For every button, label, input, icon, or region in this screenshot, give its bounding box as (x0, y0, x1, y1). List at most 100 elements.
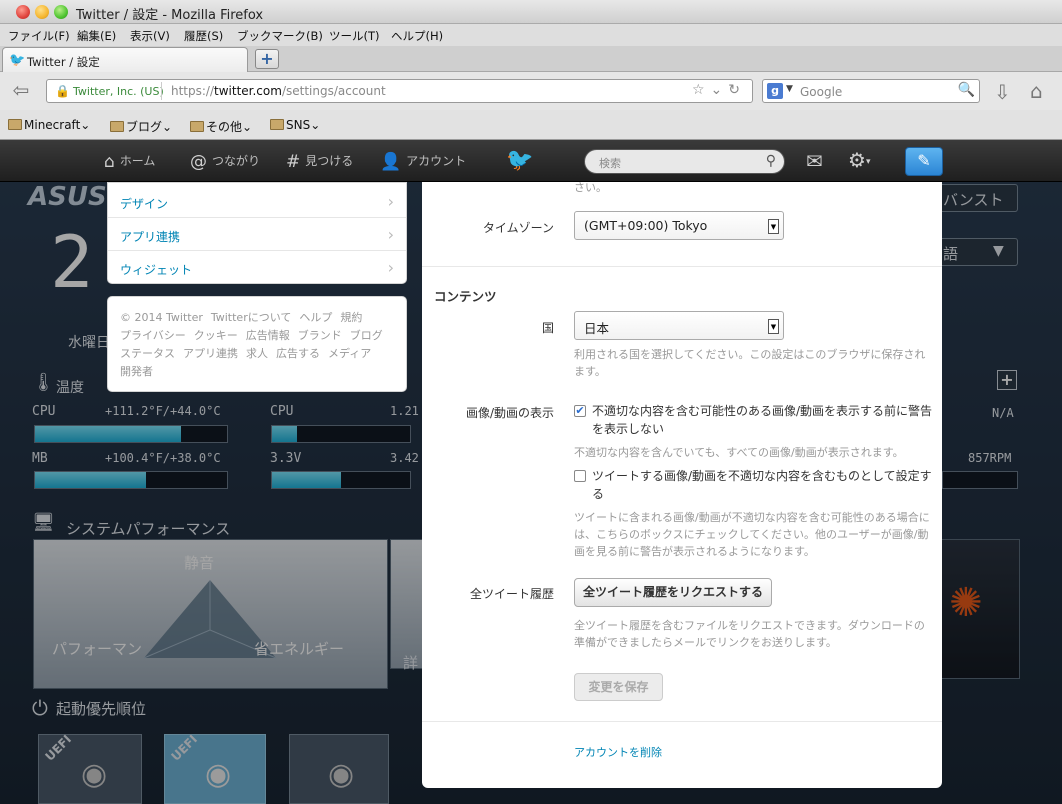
window-title: Twitter / 設定 - Mozilla Firefox (76, 8, 264, 23)
menu-edit[interactable]: 編集(E) (77, 28, 116, 44)
timezone-value: (GMT+09:00) Tokyo (584, 218, 708, 233)
maximize-window-button[interactable] (54, 5, 68, 19)
chevron-right-icon: › (387, 192, 394, 211)
google-icon[interactable]: g (767, 83, 783, 99)
url-path: /settings/account (281, 84, 386, 98)
footer-link-help[interactable]: ヘルプ (299, 311, 332, 324)
compose-tweet-button[interactable]: ✎ (905, 147, 943, 176)
request-archive-button[interactable]: 全ツイート履歴をリクエストする (574, 578, 772, 607)
twitter-logo-icon[interactable]: 🐦 (506, 148, 533, 173)
footer-link-advertise[interactable]: 広告する (276, 347, 320, 360)
lock-icon: 🔒 (55, 84, 70, 98)
footer-link-developers[interactable]: 開発者 (120, 365, 153, 378)
back-button[interactable]: ⇦ (6, 78, 36, 104)
url-bar[interactable]: 🔒 Twitter, Inc. (US) https://twitter.com… (46, 79, 753, 103)
menu-label: ウィジェット (120, 263, 193, 277)
settings-side-menu: デザイン › アプリ連携 › ウィジェット › (107, 182, 407, 284)
menu-bookmarks[interactable]: ブックマーク(B) (237, 28, 323, 44)
sensitive-media-checkbox[interactable] (574, 470, 586, 482)
bookmark-label: その他 (206, 120, 243, 134)
footer-link-blog[interactable]: ブログ (350, 329, 383, 342)
timezone-select[interactable]: (GMT+09:00) Tokyo ▼ (574, 211, 784, 240)
country-select[interactable]: 日本 ▼ (574, 311, 784, 340)
bookmark-label: SNS (286, 118, 311, 132)
menu-label: アプリ連携 (120, 230, 181, 244)
folder-icon (110, 121, 124, 132)
bookmark-label: Minecraft (24, 118, 81, 132)
tab-bar: 🐦 Twitter / 設定 + (0, 46, 1062, 72)
footer-link-terms[interactable]: 規約 (340, 311, 362, 324)
settings-menu-design[interactable]: デザイン › (108, 185, 406, 218)
media-warning-label: 不適切な内容を含む可能性のある画像/動画を表示する前に警告を表示しない (592, 404, 933, 436)
title-bar: Twitter / 設定 - Mozilla Firefox (0, 0, 1062, 24)
chevron-down-icon: ▼ (768, 219, 779, 234)
save-changes-button[interactable]: 変更を保存 (574, 673, 663, 701)
divider (422, 721, 942, 722)
menu-help[interactable]: ヘルプ(H) (391, 28, 443, 44)
nav-home[interactable]: ⌂ ホーム (104, 152, 155, 172)
footer-link-privacy[interactable]: プライバシー (120, 329, 186, 342)
search-icon[interactable]: 🔍 (958, 82, 975, 98)
menu-label: デザイン (120, 197, 169, 211)
menu-bar: ファイル(F) 編集(E) 表示(V) 履歴(S) ブックマーク(B) ツール(… (0, 24, 1062, 46)
history-dropdown-icon[interactable]: ⌄ (711, 82, 729, 98)
chevron-right-icon: › (387, 225, 394, 244)
footer-link-apps[interactable]: アプリ連携 (183, 347, 238, 360)
settings-menu-apps[interactable]: アプリ連携 › (108, 218, 406, 251)
archive-label: 全ツイート履歴 (469, 587, 554, 601)
settings-menu-widgets[interactable]: ウィジェット › (108, 251, 406, 284)
content-section-title: コンテンツ (434, 289, 497, 304)
bookmark-folder-other[interactable]: その他⌄ (190, 118, 252, 135)
chevron-right-icon: › (387, 258, 394, 277)
sensitive-media-label: ツイートする画像/動画を不適切な内容を含むものとして設定する (592, 469, 932, 501)
search-bar[interactable]: g ▼ Google 🔍 (762, 79, 980, 103)
bookmark-star-icon[interactable]: ☆ (692, 82, 711, 98)
footer-link-status[interactable]: ステータス (120, 347, 175, 360)
menu-history[interactable]: 履歴(S) (184, 28, 223, 44)
tab-twitter-settings[interactable]: 🐦 Twitter / 設定 (2, 47, 248, 72)
sensitive-media-checkbox-row[interactable]: ツイートする画像/動画を不適切な内容を含むものとして設定する (574, 467, 934, 503)
menu-view[interactable]: 表示(V) (130, 28, 170, 44)
folder-icon (190, 121, 204, 132)
close-window-button[interactable] (16, 5, 30, 19)
site-identity[interactable]: Twitter, Inc. (US) (73, 85, 164, 98)
reload-icon[interactable]: ↻ (728, 82, 746, 98)
new-tab-button[interactable]: + (255, 49, 279, 69)
folder-icon (270, 119, 284, 130)
download-icon[interactable]: ⇩ (994, 80, 1011, 104)
search-icon[interactable]: ⚲ (766, 153, 776, 169)
tab-label: Twitter / 設定 (27, 55, 100, 69)
envelope-icon[interactable]: ✉ (806, 149, 823, 173)
url-prefix: https:// (171, 84, 215, 98)
footer-link-about[interactable]: Twitterについて (211, 311, 292, 324)
bookmark-folder-minecraft[interactable]: Minecraft⌄ (8, 118, 90, 132)
nav-account[interactable]: 👤 アカウント (380, 152, 466, 172)
footer-link-cookies[interactable]: クッキー (194, 329, 238, 342)
firefox-window: Twitter / 設定 - Mozilla Firefox ファイル(F) 編… (0, 0, 1062, 804)
bookmark-folder-blog[interactable]: ブログ⌄ (110, 118, 172, 135)
twitter-top-bar: ⌂ ホーム @ つながり # 見つける 👤 アカウント 🐦 検索 ⚲ ✉ ⚙▾ ✎ (0, 140, 1062, 182)
media-warning-checkbox-row[interactable]: ✔ 不適切な内容を含む可能性のある画像/動画を表示する前に警告を表示しない (574, 402, 934, 438)
delete-account-link[interactable]: アカウントを削除 (574, 744, 662, 760)
nav-connect-label: つながり (212, 154, 261, 168)
footer-link-brand[interactable]: ブランド (298, 329, 342, 342)
footer-link-media[interactable]: メディア (328, 347, 371, 360)
url-host: twitter.com (214, 84, 282, 98)
twitter-bird-icon: 🐦 (9, 53, 26, 68)
account-settings-panel: さい。 タイムゾーン (GMT+09:00) Tokyo ▼ コンテンツ 国 日本… (422, 181, 942, 788)
nav-connect[interactable]: @ つながり (190, 152, 260, 172)
chevron-down-icon[interactable]: ▼ (786, 84, 793, 94)
twitter-search-input[interactable]: 検索 ⚲ (584, 149, 785, 174)
home-icon[interactable]: ⌂ (1030, 79, 1043, 103)
nav-home-label: ホーム (119, 154, 156, 168)
media-warning-checkbox[interactable]: ✔ (574, 405, 586, 417)
footer-link-jobs[interactable]: 求人 (246, 347, 268, 360)
footer-link-ads-info[interactable]: 広告情報 (246, 329, 290, 342)
bookmark-folder-sns[interactable]: SNS⌄ (270, 118, 320, 132)
menu-file[interactable]: ファイル(F) (8, 28, 70, 44)
menu-tools[interactable]: ツール(T) (329, 28, 380, 44)
minimize-window-button[interactable] (35, 5, 49, 19)
nav-discover[interactable]: # 見つける (286, 152, 353, 172)
url-text[interactable]: https://twitter.com/settings/account (171, 84, 386, 98)
gear-icon[interactable]: ⚙▾ (848, 148, 870, 172)
